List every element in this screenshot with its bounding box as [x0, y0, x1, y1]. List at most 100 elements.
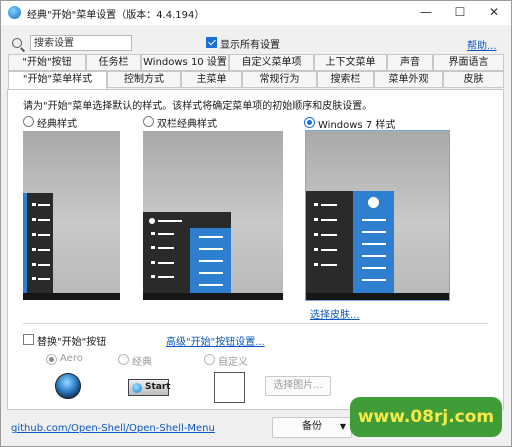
- tab-context-menu[interactable]: 上下文菜单: [314, 54, 387, 71]
- menu-item-marker: [32, 263, 36, 266]
- two-column-style-label[interactable]: 双栏经典样式: [157, 115, 217, 130]
- classic-button-label[interactable]: 经典: [132, 353, 152, 368]
- tab-custom-menu-items[interactable]: 自定义菜单项: [229, 54, 314, 71]
- custom-button-radio[interactable]: [204, 354, 215, 365]
- menu-item-marker: [32, 248, 36, 251]
- custom-button-preview: [214, 372, 245, 403]
- menu-item-line: [158, 233, 174, 235]
- classic-menu-sidebar: [23, 193, 27, 293]
- windows7-style-label[interactable]: Windows 7 样式: [318, 116, 395, 131]
- client-area: 显示所有设置 帮助... "开始"按钮 任务栏 Windows 10 设置 自定…: [1, 25, 511, 446]
- menu-item-line: [158, 262, 174, 264]
- help-link[interactable]: 帮助...: [467, 37, 497, 52]
- menu-item-line: [199, 272, 223, 274]
- start-gem-icon: [132, 383, 142, 393]
- github-link[interactable]: github.com/Open-Shell/Open-Shell-Menu: [11, 423, 215, 434]
- tab-controls[interactable]: 控制方式: [107, 71, 181, 88]
- classic-style-preview[interactable]: [23, 131, 120, 300]
- windows7-style-preview[interactable]: [305, 130, 450, 301]
- dropdown-arrow-icon: ▼: [339, 422, 346, 431]
- window-title: 经典"开始"菜单设置（版本：4.4.194）: [27, 10, 205, 21]
- menu-item-marker: [32, 233, 36, 236]
- menu-item-line: [362, 219, 386, 221]
- start-button-text: Start: [145, 382, 171, 392]
- menu-item-marker: [151, 232, 155, 235]
- menu-item-line: [321, 219, 337, 221]
- classic-style-label[interactable]: 经典样式: [37, 115, 77, 130]
- style-description: 请为"开始"菜单选择默认的样式。该样式将确定菜单项的初始顺序和皮肤设置。: [23, 101, 373, 112]
- replace-start-label[interactable]: 替换"开始"按钮: [37, 333, 106, 348]
- tab-menu-style[interactable]: "开始"菜单样式: [8, 71, 107, 90]
- menu-item-line: [38, 234, 50, 236]
- menu-item-line: [362, 267, 386, 269]
- classic-start-button-preview: Start: [128, 379, 171, 396]
- menu-item-line: [199, 284, 223, 286]
- tab-general-behavior[interactable]: 常规行为: [242, 71, 317, 88]
- site-watermark: www.08rj.com: [350, 397, 502, 437]
- aero-button-label[interactable]: Aero: [60, 353, 83, 364]
- show-all-label[interactable]: 显示所有设置: [220, 36, 280, 51]
- menu-item-marker: [151, 246, 155, 249]
- taskbar-preview: [306, 293, 449, 300]
- user-avatar-preview: [368, 197, 379, 208]
- menu-item-marker: [314, 233, 318, 236]
- menu-item-line: [199, 248, 223, 250]
- app-shell-icon: [8, 6, 21, 19]
- minimize-button[interactable]: —: [409, 1, 443, 25]
- menu-style-panel: 请为"开始"菜单选择默认的样式。该样式将确定菜单项的初始顺序和皮肤设置。 经典样…: [7, 89, 504, 410]
- aero-button-radio[interactable]: [46, 354, 57, 365]
- show-all-checkbox[interactable]: [206, 37, 217, 48]
- menu-item-marker: [314, 248, 318, 251]
- taskbar-preview: [23, 293, 120, 300]
- backup-button-label: 备份: [302, 421, 322, 432]
- menu-item-line: [38, 204, 50, 206]
- user-avatar-preview: [149, 218, 155, 224]
- menu-item-marker: [314, 218, 318, 221]
- classic-button-radio[interactable]: [118, 354, 129, 365]
- menu-item-line: [158, 247, 174, 249]
- maximize-button[interactable]: ☐: [443, 1, 477, 25]
- custom-button-label[interactable]: 自定义: [218, 353, 248, 368]
- select-skin-link[interactable]: 选择皮肤...: [310, 306, 360, 321]
- tab-main-menu[interactable]: 主菜单: [181, 71, 242, 88]
- menu-item-line: [321, 234, 337, 236]
- close-button[interactable]: ✕: [477, 1, 511, 25]
- menu-item-marker: [32, 203, 36, 206]
- two-column-style-preview[interactable]: [143, 131, 283, 300]
- replace-start-checkbox[interactable]: [23, 334, 34, 345]
- tab-skin[interactable]: 皮肤: [443, 71, 504, 88]
- windows7-style-radio[interactable]: [304, 117, 315, 128]
- menu-item-line: [158, 276, 174, 278]
- backup-button[interactable]: 备份 ▼: [272, 417, 352, 438]
- menu-item-line: [199, 236, 223, 238]
- divider: [23, 323, 488, 324]
- tab-search-box[interactable]: 搜索栏: [317, 71, 374, 88]
- search-input[interactable]: [30, 35, 132, 51]
- menu-item-marker: [151, 275, 155, 278]
- menu-item-line: [38, 278, 50, 280]
- menu-item-line: [321, 264, 337, 266]
- tab-windows10-settings[interactable]: Windows 10 设置: [141, 54, 229, 71]
- menu-item-line: [199, 260, 223, 262]
- menu-item-marker: [314, 203, 318, 206]
- title-bar[interactable]: 经典"开始"菜单设置（版本：4.4.194） — ☐ ✕: [1, 1, 511, 25]
- search-icon: [12, 38, 22, 48]
- tab-menu-look[interactable]: 菜单外观: [374, 71, 443, 88]
- tab-sounds[interactable]: 声音: [387, 54, 433, 71]
- menu-item-line: [38, 264, 50, 266]
- tab-start-button[interactable]: "开始"按钮: [8, 54, 86, 71]
- advanced-start-button-link[interactable]: 高级"开始"按钮设置...: [166, 333, 265, 348]
- menu-item-line: [362, 231, 386, 233]
- settings-window: 经典"开始"菜单设置（版本：4.4.194） — ☐ ✕ 显示所有设置 帮助..…: [0, 0, 512, 447]
- select-image-button[interactable]: 选择图片...: [265, 376, 331, 396]
- menu-item-line: [38, 249, 50, 251]
- classic-style-radio[interactable]: [23, 116, 34, 127]
- aero-start-orb-icon: [55, 373, 81, 399]
- tab-taskbar[interactable]: 任务栏: [86, 54, 141, 71]
- menu-item-marker: [32, 277, 36, 280]
- menu-item-line: [321, 204, 337, 206]
- two-column-style-radio[interactable]: [143, 116, 154, 127]
- taskbar-preview: [143, 293, 283, 300]
- tab-language[interactable]: 界面语言: [433, 54, 504, 71]
- menu-item-line: [38, 219, 50, 221]
